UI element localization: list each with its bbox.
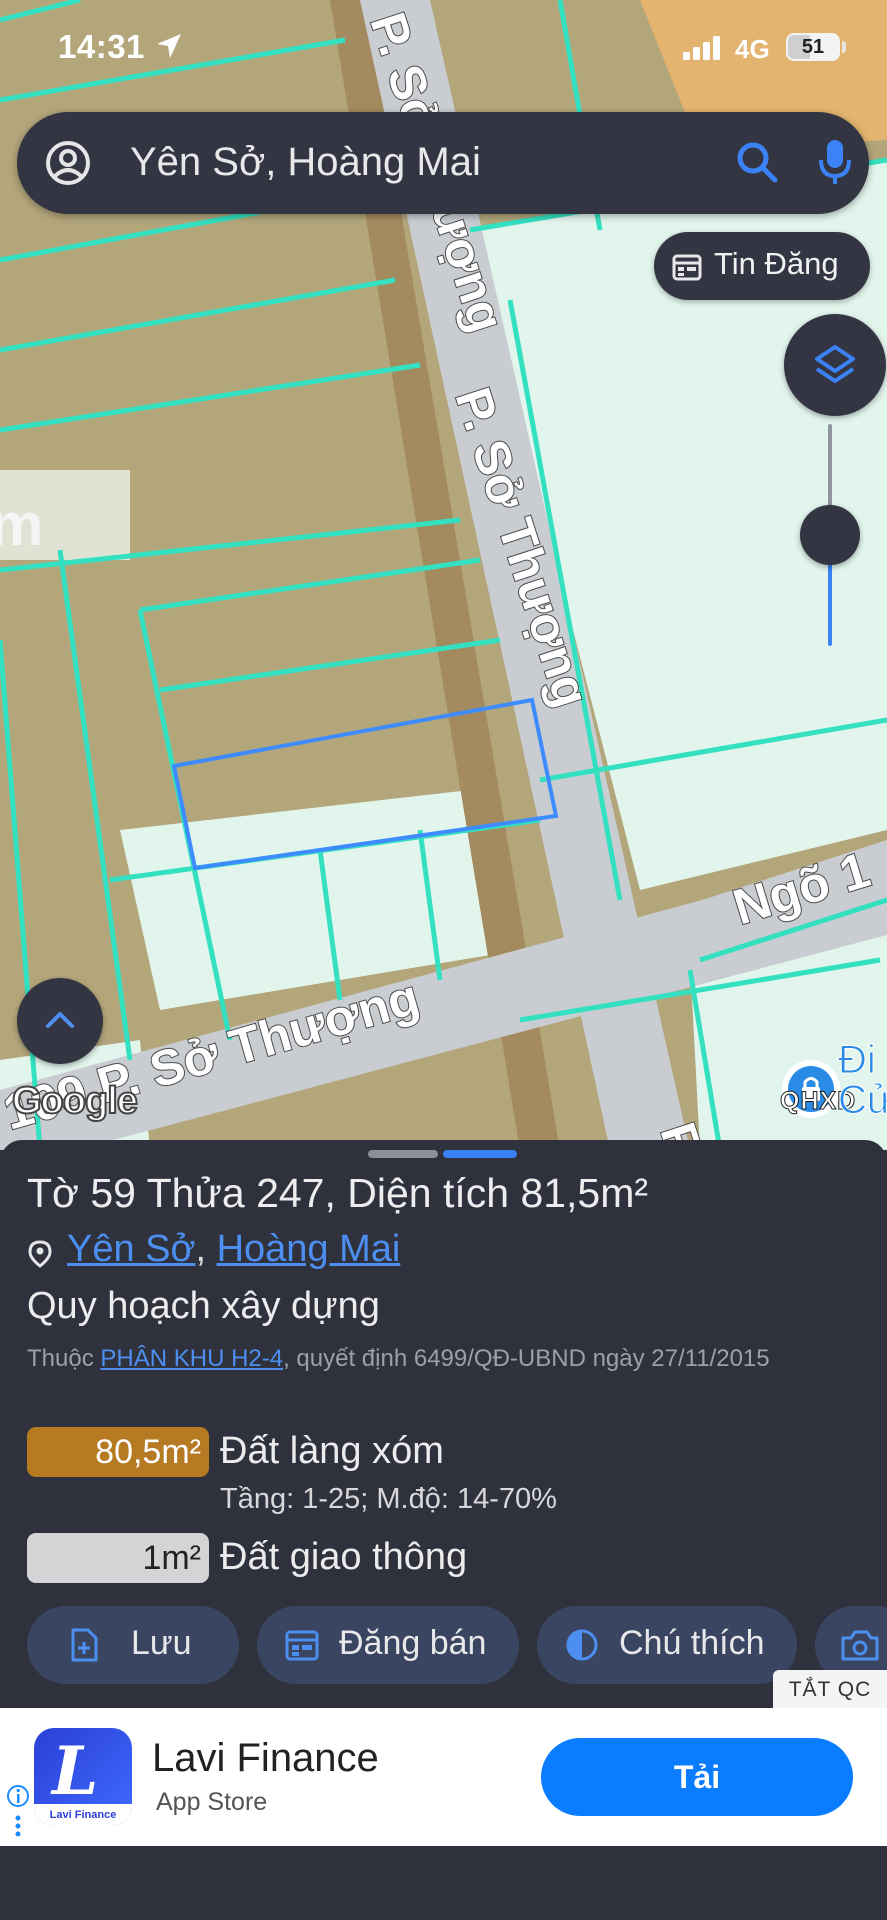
layers-button[interactable]	[784, 314, 886, 416]
district-link[interactable]: Hoàng Mai	[217, 1228, 401, 1270]
map-label-m: m	[0, 491, 43, 558]
battery-level: 51	[801, 36, 825, 58]
listings-button[interactable]: Tin Đăng	[654, 232, 870, 300]
ad-app-icon[interactable]: L Lavi Finance	[34, 1728, 132, 1826]
parcel-info-sheet[interactable]: Tờ 59 Thửa 247, Diện tích 81,5m² Yên Sở,…	[0, 1140, 887, 1710]
ad-info-icon[interactable]	[6, 1784, 32, 1840]
land-type-details: Tầng: 1-25; M.độ: 14-70%	[220, 1483, 557, 1515]
search-icon[interactable]	[735, 140, 779, 184]
zone-link[interactable]: PHÂN KHU H2-4	[100, 1345, 283, 1372]
planning-prefix: Thuộc	[27, 1345, 101, 1372]
search-input[interactable]: Yên Sở, Hoàng Mai	[130, 140, 481, 185]
ward-link[interactable]: Yên Sở	[67, 1228, 195, 1270]
parcel-title: Tờ 59 Thửa 247, Diện tích 81,5m²	[27, 1170, 649, 1216]
planning-title: Quy hoạch xây dựng	[27, 1285, 380, 1327]
location-pin-icon	[28, 1240, 52, 1268]
opacity-slider-thumb[interactable]	[800, 505, 860, 565]
hide-ads-button[interactable]: TẮT QC	[773, 1670, 887, 1710]
ad-banner[interactable]: L Lavi Finance Lavi Finance App Store Tả…	[0, 1708, 887, 1846]
calendar-icon	[285, 1630, 319, 1661]
ad-install-button[interactable]: Tải	[541, 1738, 853, 1816]
legend-label: Chú thích	[619, 1624, 765, 1662]
location-separator: ,	[195, 1228, 206, 1270]
camera-add-icon	[841, 1630, 879, 1661]
search-bar[interactable]: Yên Sở, Hoàng Mai	[17, 112, 869, 214]
google-logo: Google	[11, 1079, 139, 1123]
post-for-sale-button[interactable]: Đăng bán	[257, 1606, 519, 1684]
calendar-icon	[672, 254, 702, 281]
sheet-page-indicator-2[interactable]	[443, 1150, 517, 1158]
battery-cap	[842, 41, 846, 53]
planning-decision: , quyết định 6499/QĐ-UBND ngày 27/11/201…	[283, 1345, 770, 1372]
contrast-icon	[566, 1629, 598, 1661]
sheet-page-indicator-1[interactable]	[368, 1150, 438, 1158]
parcel-location: Yên Sở, Hoàng Mai	[67, 1228, 400, 1271]
microphone-icon[interactable]	[817, 138, 853, 186]
ad-store-name: App Store	[156, 1788, 268, 1816]
expand-sheet-button[interactable]	[17, 978, 103, 1064]
land-type-name: Đất giao thông	[220, 1536, 468, 1578]
battery-icon: 51	[786, 33, 840, 61]
legend-button[interactable]: Chú thích	[537, 1606, 797, 1684]
poi-label: Đi Cử	[838, 1038, 887, 1122]
area-size-badge: 1m²	[27, 1533, 209, 1583]
post-for-sale-label: Đăng bán	[339, 1624, 487, 1662]
save-label: Lưu	[131, 1624, 192, 1662]
planning-description: Thuộc PHÂN KHU H2-4, quyết định 6499/QĐ-…	[27, 1340, 847, 1378]
network-type: 4G	[735, 34, 770, 64]
land-type-name: Đất làng xóm	[220, 1430, 444, 1472]
layers-icon	[815, 345, 855, 383]
bottom-safe-area	[0, 1846, 887, 1920]
area-size-badge: 80,5m²	[27, 1427, 209, 1477]
chevron-up-icon	[46, 1012, 74, 1028]
ad-app-icon-label: Lavi Finance	[34, 1804, 132, 1826]
document-add-icon	[71, 1628, 98, 1662]
save-button[interactable]: Lưu	[27, 1606, 239, 1684]
status-time: 14:31	[58, 28, 145, 65]
cellular-signal-icon	[683, 36, 720, 60]
location-arrow-icon	[157, 34, 181, 58]
ad-app-name[interactable]: Lavi Finance	[152, 1736, 379, 1781]
account-icon[interactable]	[45, 140, 91, 186]
status-bar: 14:31 4G 51	[0, 0, 887, 100]
listings-label: Tin Đăng	[714, 246, 839, 281]
map-view[interactable]: P. Sở Thượng P. Sở Thượng 109 P. Sở Thượ…	[0, 0, 887, 1150]
